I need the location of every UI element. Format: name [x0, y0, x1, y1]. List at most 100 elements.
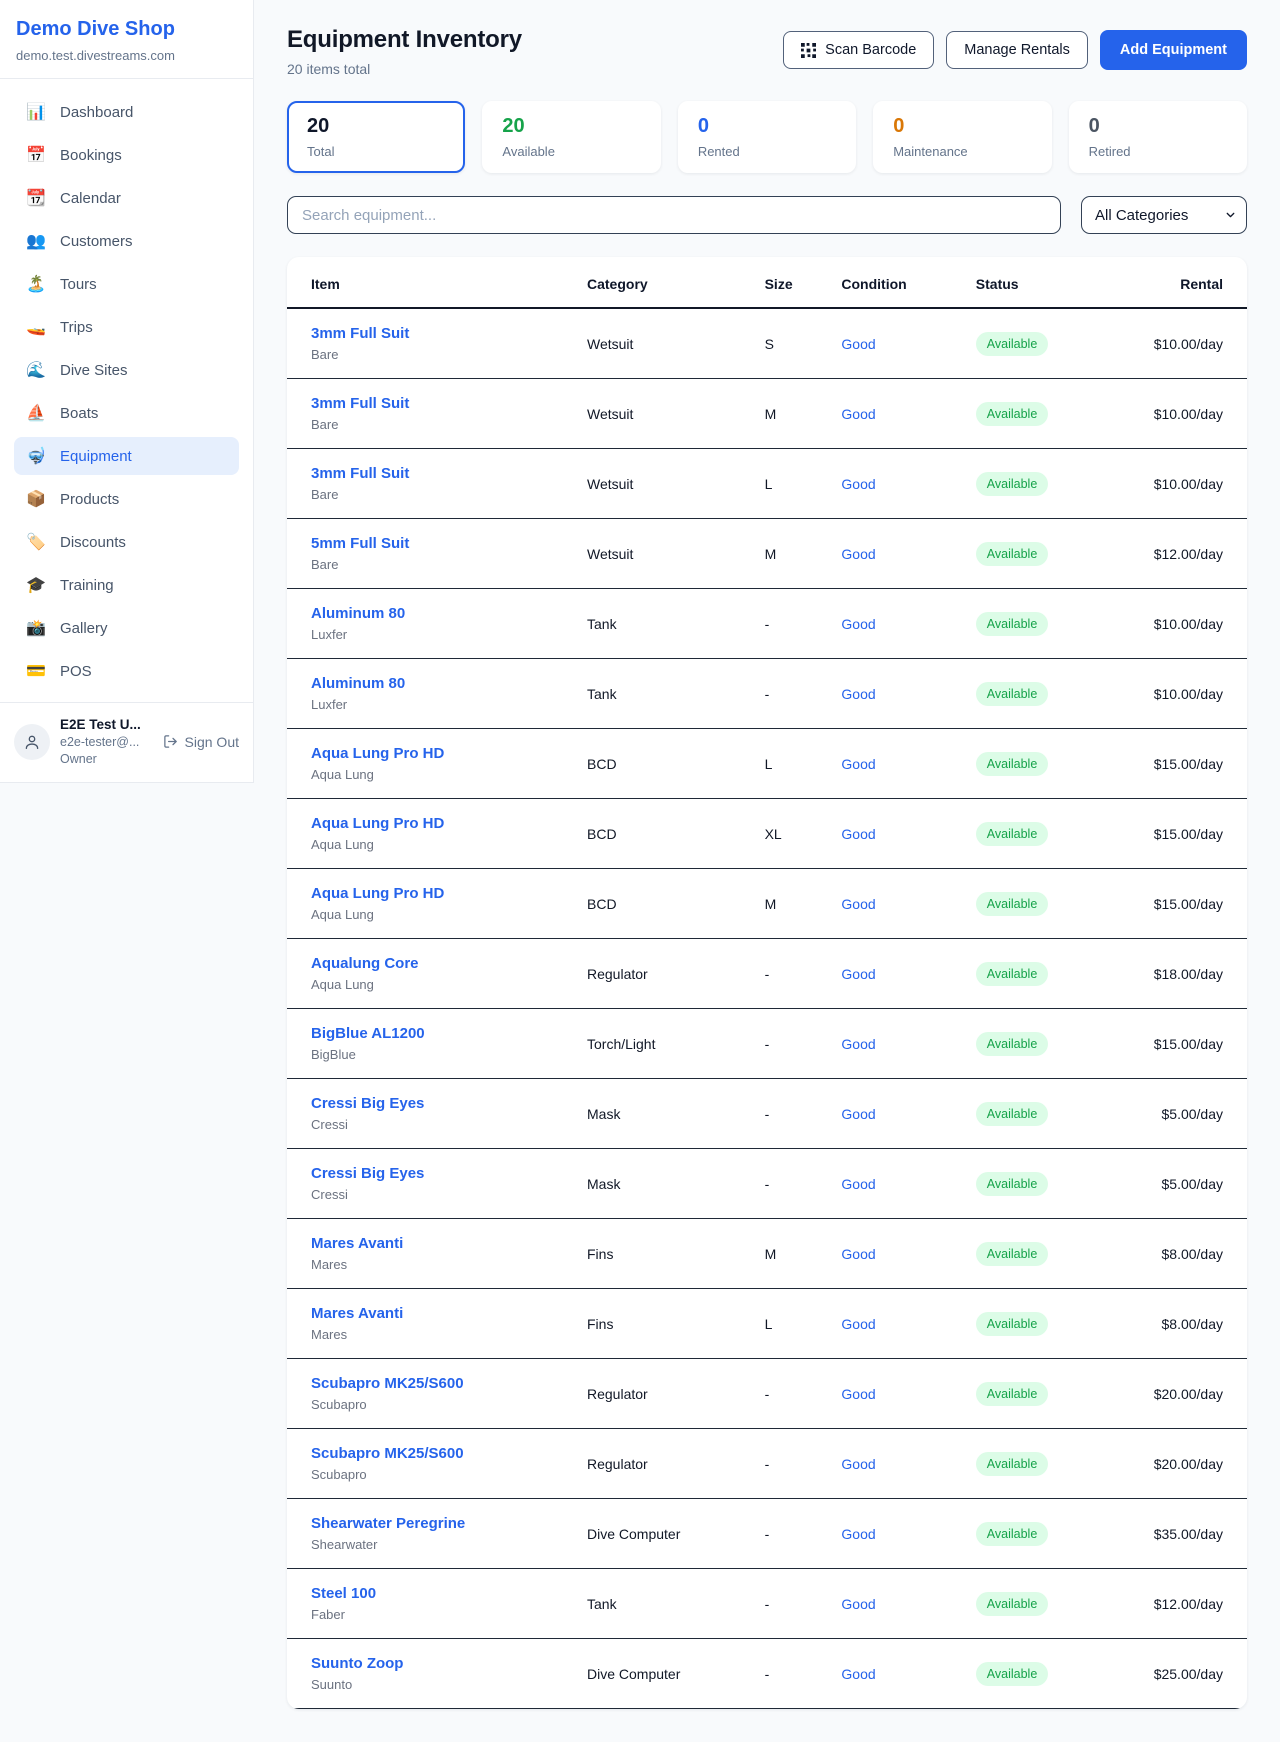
sidebar-item-customers[interactable]: 👥 Customers: [14, 222, 239, 260]
sidebar-item-trips[interactable]: 🚤 Trips: [14, 308, 239, 346]
condition-link[interactable]: Good: [841, 1316, 875, 1332]
sidebar-item-discounts[interactable]: 🏷️ Discounts: [14, 523, 239, 561]
table-row: BigBlue AL1200 BigBlue Torch/Light - Goo…: [287, 1009, 1247, 1079]
item-brand: Mares: [311, 1257, 563, 1272]
item-name-link[interactable]: Aqua Lung Pro HD: [311, 815, 563, 832]
stat-card-maintenance[interactable]: 0 Maintenance: [873, 101, 1051, 173]
item-category: Wetsuit: [575, 308, 753, 379]
rental-price: $12.00/day: [1108, 519, 1247, 589]
item-brand: Cressi: [311, 1187, 563, 1202]
condition-link[interactable]: Good: [841, 546, 875, 562]
item-name-link[interactable]: 5mm Full Suit: [311, 535, 563, 552]
rental-price: $15.00/day: [1108, 869, 1247, 939]
condition-link[interactable]: Good: [841, 1596, 875, 1612]
item-category: Regulator: [575, 1359, 753, 1429]
sign-out-button[interactable]: Sign Out: [163, 734, 239, 750]
sidebar-item-dashboard[interactable]: 📊 Dashboard: [14, 93, 239, 131]
item-name-link[interactable]: 3mm Full Suit: [311, 395, 563, 412]
stat-value: 20: [502, 115, 640, 138]
item-name-link[interactable]: Scubapro MK25/S600: [311, 1375, 563, 1392]
condition-link[interactable]: Good: [841, 896, 875, 912]
condition-link[interactable]: Good: [841, 1386, 875, 1402]
sidebar-item-gallery[interactable]: 📸 Gallery: [14, 609, 239, 647]
stat-label: Available: [502, 144, 640, 159]
category-select[interactable]: All Categories: [1081, 196, 1247, 234]
user-role: Owner: [60, 752, 153, 766]
stat-label: Retired: [1089, 144, 1227, 159]
stat-card-total[interactable]: 20 Total: [287, 101, 465, 173]
sidebar-item-label: Dashboard: [60, 104, 133, 121]
rental-price: $5.00/day: [1108, 1149, 1247, 1219]
wave-icon: 🌊: [26, 360, 46, 380]
item-name-link[interactable]: Aqua Lung Pro HD: [311, 745, 563, 762]
status-badge: Available: [976, 822, 1049, 846]
condition-link[interactable]: Good: [841, 1456, 875, 1472]
item-brand: Mares: [311, 1327, 563, 1342]
condition-link[interactable]: Good: [841, 1666, 875, 1682]
sidebar-item-bookings[interactable]: 📅 Bookings: [14, 136, 239, 174]
item-name-link[interactable]: BigBlue AL1200: [311, 1025, 563, 1042]
rental-price: $20.00/day: [1108, 1429, 1247, 1499]
item-name-link[interactable]: Aluminum 80: [311, 605, 563, 622]
item-name-link[interactable]: 3mm Full Suit: [311, 325, 563, 342]
condition-link[interactable]: Good: [841, 406, 875, 422]
item-category: Fins: [575, 1219, 753, 1289]
sidebar-item-pos[interactable]: 💳 POS: [14, 652, 239, 690]
condition-link[interactable]: Good: [841, 616, 875, 632]
condition-link[interactable]: Good: [841, 826, 875, 842]
condition-link[interactable]: Good: [841, 1246, 875, 1262]
sidebar-item-tours[interactable]: 🏝️ Tours: [14, 265, 239, 303]
sidebar-item-label: Calendar: [60, 190, 121, 207]
item-name-link[interactable]: Suunto Zoop: [311, 1655, 563, 1672]
item-name-link[interactable]: Mares Avanti: [311, 1305, 563, 1322]
sidebar-item-label: Training: [60, 577, 114, 594]
status-badge: Available: [976, 472, 1049, 496]
item-category: BCD: [575, 729, 753, 799]
item-size: XL: [753, 799, 830, 869]
scan-barcode-button[interactable]: Scan Barcode: [783, 31, 934, 69]
condition-link[interactable]: Good: [841, 1036, 875, 1052]
manage-rentals-button[interactable]: Manage Rentals: [946, 31, 1088, 69]
sidebar-item-label: Gallery: [60, 620, 108, 637]
condition-link[interactable]: Good: [841, 686, 875, 702]
item-name-link[interactable]: Aqualung Core: [311, 955, 563, 972]
item-name-link[interactable]: Aluminum 80: [311, 675, 563, 692]
item-name-link[interactable]: Cressi Big Eyes: [311, 1165, 563, 1182]
stat-card-rented[interactable]: 0 Rented: [678, 101, 856, 173]
item-size: -: [753, 1359, 830, 1429]
item-size: M: [753, 1219, 830, 1289]
status-badge: Available: [976, 1102, 1049, 1126]
item-name-link[interactable]: Steel 100: [311, 1585, 563, 1602]
add-equipment-button[interactable]: Add Equipment: [1100, 30, 1247, 70]
sidebar-item-dive-sites[interactable]: 🌊 Dive Sites: [14, 351, 239, 389]
search-input[interactable]: [287, 196, 1061, 234]
condition-link[interactable]: Good: [841, 1176, 875, 1192]
item-brand: Scubapro: [311, 1397, 563, 1412]
sidebar-item-equipment[interactable]: 🤿 Equipment: [14, 437, 239, 475]
item-name-link[interactable]: Shearwater Peregrine: [311, 1515, 563, 1532]
item-name-link[interactable]: Scubapro MK25/S600: [311, 1445, 563, 1462]
condition-link[interactable]: Good: [841, 336, 875, 352]
status-badge: Available: [976, 402, 1049, 426]
sidebar-item-boats[interactable]: ⛵ Boats: [14, 394, 239, 432]
item-name-link[interactable]: Mares Avanti: [311, 1235, 563, 1252]
condition-link[interactable]: Good: [841, 756, 875, 772]
sidebar-item-calendar[interactable]: 📆 Calendar: [14, 179, 239, 217]
condition-link[interactable]: Good: [841, 1526, 875, 1542]
sidebar-item-training[interactable]: 🎓 Training: [14, 566, 239, 604]
stat-card-retired[interactable]: 0 Retired: [1069, 101, 1247, 173]
stat-card-available[interactable]: 20 Available: [482, 101, 660, 173]
rental-price: $25.00/day: [1108, 1639, 1247, 1709]
item-category: Wetsuit: [575, 379, 753, 449]
item-category: Tank: [575, 589, 753, 659]
item-category: Mask: [575, 1149, 753, 1219]
status-badge: Available: [976, 1452, 1049, 1476]
item-brand: Luxfer: [311, 627, 563, 642]
condition-link[interactable]: Good: [841, 476, 875, 492]
item-name-link[interactable]: Cressi Big Eyes: [311, 1095, 563, 1112]
condition-link[interactable]: Good: [841, 966, 875, 982]
sidebar-item-products[interactable]: 📦 Products: [14, 480, 239, 518]
condition-link[interactable]: Good: [841, 1106, 875, 1122]
item-name-link[interactable]: 3mm Full Suit: [311, 465, 563, 482]
item-name-link[interactable]: Aqua Lung Pro HD: [311, 885, 563, 902]
